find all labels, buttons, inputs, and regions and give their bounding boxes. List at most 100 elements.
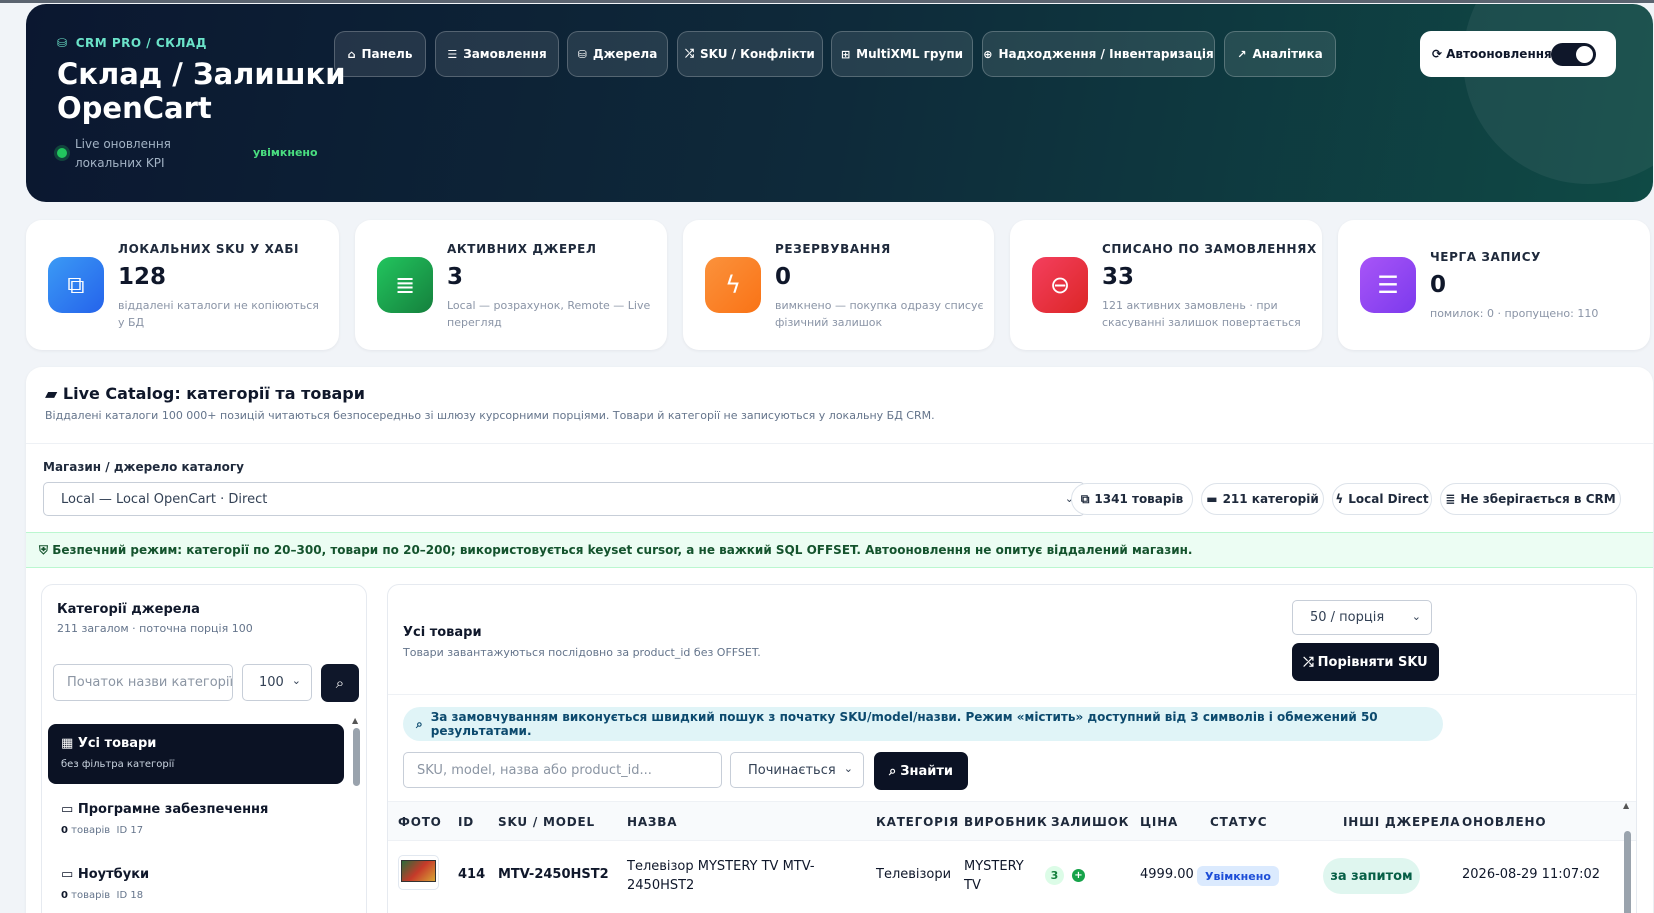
kpi-label: ЧЕРГА ЗАПИСУ bbox=[1430, 250, 1541, 264]
database-icon: ⛁ bbox=[577, 47, 587, 61]
column-header-status: СТАТУС bbox=[1210, 815, 1268, 829]
category-search-input[interactable]: Початок назви категорії bbox=[53, 664, 233, 701]
product-updated: 2026-08-29 11:07:02 bbox=[1462, 867, 1601, 882]
source-select[interactable]: Local — Local OpenCart · Direct ⌄ bbox=[43, 482, 1085, 516]
nav-multixml[interactable]: ⊞ MultiXML групи bbox=[831, 31, 973, 77]
nav-sku-conflicts[interactable]: ⤮ SKU / Конфлікти bbox=[677, 31, 823, 77]
pill-local-direct: ϟ Local Direct bbox=[1332, 483, 1432, 515]
bolt-icon: ϟ bbox=[1335, 492, 1344, 506]
kpi-card-reservations: ϟ РЕЗЕРВУВАННЯ 0 вимкнено — покупка одра… bbox=[683, 220, 994, 350]
category-name-text: Ноутбуки bbox=[77, 867, 150, 882]
nav-receipts-inventory[interactable]: ⊕ Надходження / Інвентаризація bbox=[982, 31, 1215, 77]
category-name-text: Програмне забезпечення bbox=[77, 802, 269, 817]
nav-orders[interactable]: ☰ Замовлення bbox=[435, 31, 559, 77]
auto-refresh-toggle[interactable] bbox=[1551, 43, 1596, 66]
product-maker: MYSTERY TV bbox=[964, 859, 1024, 893]
status-badge: Увімкнено bbox=[1197, 866, 1279, 886]
chevron-down-icon: ⌄ bbox=[843, 762, 853, 775]
category-limit-value: 100 bbox=[259, 675, 284, 690]
products-title: Усі товари bbox=[403, 625, 482, 640]
column-header-other-sources: ІНШІ ДЖЕРЕЛА bbox=[1343, 815, 1461, 829]
product-search-input[interactable]: SKU, model, назва або product_id... bbox=[403, 752, 722, 788]
sitemap-icon: ⊞ bbox=[840, 47, 851, 61]
divider bbox=[26, 443, 1653, 444]
category-count-label: товарів bbox=[71, 825, 111, 836]
live-catalog-card: ▰ Live Catalog: категорії та товари Відд… bbox=[26, 367, 1653, 913]
kpi-card-active-sources: ≣ АКТИВНИХ ДЖЕРЕЛ 3 Local — розрахунок, … bbox=[355, 220, 667, 350]
nav-label: MultiXML групи bbox=[856, 47, 964, 61]
category-id: ID 17 bbox=[116, 825, 144, 836]
pill-categories-count: ▬ 211 категорій bbox=[1201, 483, 1324, 515]
category-count: 0 bbox=[61, 825, 68, 836]
compare-sku-button[interactable]: ⤮ Порівняти SKU bbox=[1292, 643, 1439, 681]
live-text: Live оновлення локальних KPI bbox=[75, 137, 171, 170]
pill-products-count: ⧉ 1341 товарів bbox=[1071, 483, 1193, 515]
other-sources-badge[interactable]: за запитом bbox=[1323, 858, 1420, 894]
category-item-laptops[interactable]: ▭ Ноутбуки 0 товарів ID 18 bbox=[48, 855, 344, 913]
category-meta: без фільтра категорії bbox=[61, 759, 175, 770]
search-icon: ⌕ bbox=[888, 763, 897, 779]
category-item-all[interactable]: ▦ Усі товари без фільтра категорії bbox=[48, 724, 344, 784]
pill-label: Local Direct bbox=[1348, 492, 1429, 506]
pill-label: Не зберігається в CRM bbox=[1460, 492, 1616, 506]
search-info-text: За замовчуванням виконується швидкий пош… bbox=[430, 710, 1378, 738]
tv-image-icon bbox=[401, 860, 436, 882]
category-meta: 0 товарів ID 18 bbox=[61, 890, 143, 901]
kpi-label: АКТИВНИХ ДЖЕРЕЛ bbox=[447, 242, 597, 256]
auto-refresh-control[interactable]: ⟳ Автооновлення bbox=[1420, 31, 1616, 77]
scroll-thumb[interactable] bbox=[1624, 831, 1631, 913]
kpi-value: 33 bbox=[1102, 264, 1135, 290]
category-id: ID 18 bbox=[116, 890, 144, 901]
source-select-value: Local — Local OpenCart · Direct bbox=[61, 491, 268, 507]
pill-not-stored: ≣ Не зберігається в CRM bbox=[1440, 483, 1621, 515]
nav-panel[interactable]: ⌂ Панель bbox=[334, 31, 426, 77]
batch-size-select[interactable]: 50 / порція ⌄ bbox=[1292, 600, 1432, 635]
home-icon: ⌂ bbox=[347, 47, 356, 61]
table-scrollbar[interactable]: ▲ bbox=[1623, 801, 1631, 913]
search-icon: ⌕ bbox=[335, 674, 345, 692]
search-mode-select[interactable]: Починається ⌄ bbox=[730, 752, 864, 788]
kpi-label: СПИСАНО ПО ЗАМОВЛЕННЯХ bbox=[1102, 242, 1317, 256]
bolt-icon: ϟ bbox=[705, 257, 761, 313]
product-category: Телевізори bbox=[876, 867, 952, 882]
search-mode-value: Починається bbox=[748, 762, 836, 778]
minus-circle-icon: ⊖ bbox=[1032, 257, 1088, 313]
category-count: 0 bbox=[61, 890, 68, 901]
column-header-price: ЦІНА bbox=[1140, 815, 1179, 829]
product-photo[interactable] bbox=[398, 855, 439, 890]
product-stock-badge: 3 bbox=[1045, 866, 1064, 885]
find-button[interactable]: ⌕ Знайти bbox=[874, 752, 968, 790]
table-row[interactable]: 414 MTV-2450HST2 Телевізор MYSTERY TV MT… bbox=[388, 841, 1636, 911]
kpi-value: 0 bbox=[775, 264, 792, 290]
column-header-maker: ВИРОБНИК bbox=[964, 815, 1048, 829]
product-id: 414 bbox=[458, 867, 486, 882]
category-search-button[interactable]: ⌕ bbox=[321, 664, 359, 702]
nav-label: Замовлення bbox=[463, 47, 547, 61]
folder-icon: ▭ bbox=[61, 802, 74, 817]
product-name: Телевізор MYSTERY TV MTV-2450HST2 bbox=[627, 859, 815, 893]
kpi-card-write-queue: ☰ ЧЕРГА ЗАПИСУ 0 помилок: 0 · пропущено:… bbox=[1338, 220, 1650, 350]
kpi-label: ЛОКАЛЬНИХ SKU У ХАБІ bbox=[118, 242, 300, 256]
category-limit-select[interactable]: 100 ⌄ bbox=[242, 664, 312, 701]
nav-analytics[interactable]: ↗ Аналітика bbox=[1224, 31, 1336, 77]
kpi-subtext: 121 активних замовлень · при скасуванні … bbox=[1102, 299, 1301, 329]
kpi-value: 128 bbox=[118, 264, 167, 290]
column-header-stock: ЗАЛИШОК bbox=[1051, 815, 1130, 829]
category-meta: 0 товарів ID 17 bbox=[61, 825, 143, 836]
search-info-banner: ⌕ За замовчуванням виконується швидкий по… bbox=[403, 707, 1443, 741]
find-label: Знайти bbox=[900, 763, 954, 779]
kpi-subtext: вимкнено — покупка одразу списує фізични… bbox=[775, 299, 984, 329]
kpi-subtext: помилок: 0 · пропущено: 110 bbox=[1430, 307, 1599, 320]
column-header-photo: ФОТО bbox=[398, 815, 442, 829]
scroll-thumb[interactable] bbox=[353, 728, 360, 786]
categories-scrollbar[interactable]: ▲ bbox=[352, 716, 360, 913]
auto-refresh-label: Автооновлення bbox=[1446, 47, 1552, 61]
nav-label: Аналітика bbox=[1252, 47, 1323, 61]
category-name: ▭ Ноутбуки bbox=[61, 867, 149, 882]
add-stock-icon[interactable]: + bbox=[1072, 869, 1085, 882]
nav-label: Надходження / Інвентаризація bbox=[998, 47, 1214, 61]
divider bbox=[388, 694, 1636, 695]
chevron-down-icon: ⌄ bbox=[1411, 610, 1421, 623]
nav-sources[interactable]: ⛁ Джерела bbox=[567, 31, 668, 77]
category-item-software[interactable]: ▭ Програмне забезпечення 0 товарів ID 17 bbox=[48, 790, 344, 850]
